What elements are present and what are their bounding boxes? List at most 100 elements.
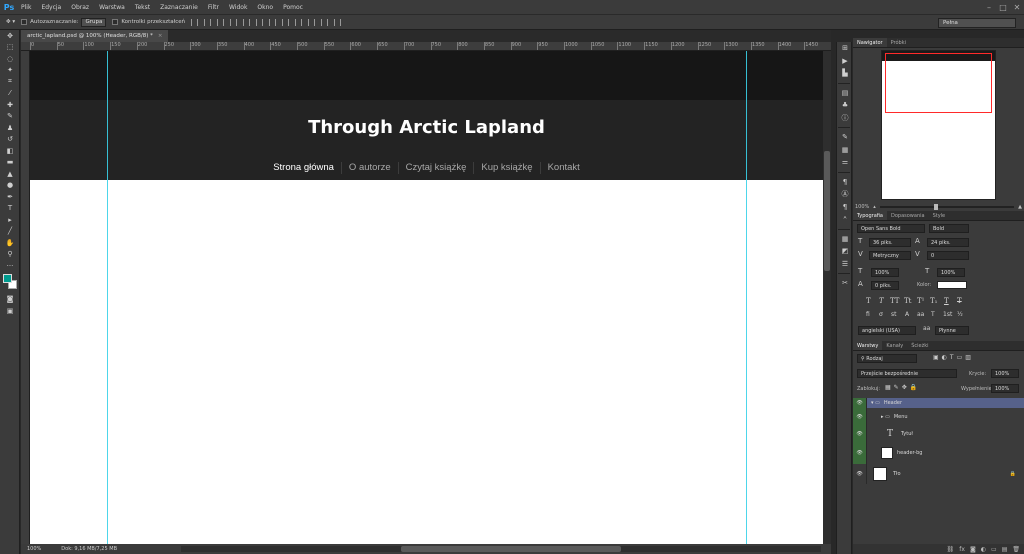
ligatures-button[interactable]: fi [866, 311, 870, 318]
actions-panel-icon[interactable]: ▶ [837, 55, 853, 68]
quick-mask-icon[interactable]: ◙ [0, 294, 20, 306]
hand-tool-icon[interactable]: ✋ [0, 237, 20, 249]
visibility-eye-icon[interactable]: 👁 [853, 464, 867, 484]
distribute-vcenter-icon[interactable] [282, 18, 290, 26]
styles-icon[interactable]: ◩ [837, 245, 853, 258]
link-layers-icon[interactable]: ⛓ [947, 546, 955, 553]
clone-stamp-icon[interactable]: ♟ [0, 122, 20, 134]
font-size-field[interactable]: 36 piks. [869, 238, 911, 247]
fill-field[interactable]: 100% [991, 384, 1019, 393]
small-caps-button[interactable]: Tt [904, 297, 911, 305]
faux-italic-button[interactable]: T [879, 297, 884, 305]
close-icon[interactable]: ✕ [1010, 0, 1024, 14]
menu-plik[interactable]: Plik [16, 4, 36, 11]
zoom-out-icon[interactable]: ▴ [873, 204, 876, 210]
delete-layer-icon[interactable]: 🗑 [1012, 546, 1020, 553]
blend-mode-select[interactable]: Przejście bezpośrednie [857, 369, 957, 378]
font-style-select[interactable]: Bold [929, 224, 969, 233]
foreground-color-swatch[interactable] [3, 273, 12, 283]
layer-row-background[interactable]: 👁 Tło 🔒 [853, 464, 1024, 484]
align-vcenter-icon[interactable] [204, 18, 212, 26]
layer-filter-icons[interactable]: ▣◐T▭▥ [933, 354, 974, 361]
lasso-tool-icon[interactable]: ◌ [0, 53, 20, 65]
histogram-icon[interactable]: ▙ [837, 67, 853, 80]
strikethrough-button[interactable]: T [957, 297, 962, 305]
tab-swatches[interactable]: Próbki [887, 38, 910, 47]
more-tools-icon[interactable]: ··· [0, 260, 20, 272]
history-brush-icon[interactable]: ↺ [0, 134, 20, 146]
vertical-ruler[interactable] [21, 51, 30, 544]
menu-tekst[interactable]: Tekst [130, 4, 155, 11]
font-family-select[interactable]: Open Sans Bold [857, 224, 925, 233]
layer-row-title[interactable]: 👁 T Tytuł [853, 425, 1024, 442]
horizontal-scroll-thumb[interactable] [401, 546, 621, 552]
guide-line-left[interactable] [107, 51, 108, 544]
vertical-scroll-thumb[interactable] [824, 151, 830, 271]
paragraph-styles-icon[interactable]: ¶ [837, 201, 853, 214]
distribute-left-icon[interactable] [308, 18, 316, 26]
navigator-zoom-slider[interactable] [879, 204, 1015, 210]
ordinals-button[interactable]: T [931, 311, 935, 318]
align-top-icon[interactable] [191, 18, 199, 26]
tab-typography[interactable]: Typografia [853, 211, 887, 220]
new-group-icon[interactable]: ▭ [991, 546, 997, 553]
screen-mode-icon[interactable]: ▣ [0, 305, 20, 317]
swatches-icon[interactable]: ▦ [837, 233, 853, 246]
brush-panel-icon[interactable]: ✎ [837, 131, 853, 144]
align-bottom-icon[interactable] [217, 18, 225, 26]
leading-field[interactable]: 24 piks. [927, 238, 969, 247]
tab-navigator[interactable]: Nawigator [853, 38, 887, 47]
folder-collapsed-icon[interactable]: ▸ ▭ [881, 414, 890, 420]
healing-brush-icon[interactable]: ✚ [0, 99, 20, 111]
character-styles-icon[interactable]: Ⓐ [837, 188, 853, 201]
horizontal-scale-field[interactable]: 100% [937, 268, 965, 277]
visibility-eye-icon[interactable]: 👁 [853, 398, 867, 408]
guide-line-right[interactable] [746, 51, 747, 544]
stylistic-alternates-button[interactable]: A [905, 311, 909, 318]
layer-row-menu[interactable]: 👁 ▸ ▭ Menu [853, 408, 1024, 425]
visibility-eye-icon[interactable]: 👁 [853, 442, 867, 464]
menu-zaznaczanie[interactable]: Zaznaczanie [155, 4, 203, 11]
layer-row-header-bg[interactable]: 👁 header-bg [853, 442, 1024, 464]
align-right-icon[interactable] [256, 18, 264, 26]
tab-styles[interactable]: Style [929, 211, 950, 220]
menu-okno[interactable]: Okno [252, 4, 278, 11]
vertical-scale-field[interactable]: 100% [871, 268, 899, 277]
type-tool-icon[interactable]: T [0, 203, 20, 215]
tab-adjustments[interactable]: Dopasowania [887, 211, 929, 220]
navigator-zoom-value[interactable]: 100% [855, 204, 869, 210]
navigator-view-box[interactable] [885, 53, 992, 113]
blur-tool-icon[interactable]: ▲ [0, 168, 20, 180]
auto-select-checkbox[interactable] [21, 19, 28, 25]
horizontal-ruler[interactable]: 0 50 100 150 200 250 300 350 400 450 500 550 600 650 7… [21, 42, 831, 51]
marquee-tool-icon[interactable]: ⬚ [0, 42, 20, 54]
language-select[interactable]: angielski (USA) [858, 326, 916, 335]
glyphs-icon[interactable]: ᴬ [837, 213, 853, 226]
tab-channels[interactable]: Kanały [882, 341, 907, 350]
eyedropper-icon[interactable]: ⁄ [0, 88, 20, 100]
menu-obraz[interactable]: Obraz [66, 4, 94, 11]
line-tool-icon[interactable]: ╱ [0, 226, 20, 238]
workspace-dropdown[interactable]: Pełna [938, 18, 1016, 28]
antialias-select[interactable]: Płynne [935, 326, 969, 335]
clone-source-icon[interactable]: ♣ [837, 99, 853, 112]
path-selection-icon[interactable]: ▸ [0, 214, 20, 226]
align-left-icon[interactable] [230, 18, 238, 26]
discretionary-ligatures-button[interactable]: ơ [879, 311, 883, 318]
paragraph-panel-icon[interactable]: ¶ [837, 176, 853, 189]
superscript-button[interactable]: T¹ [917, 297, 924, 305]
gradient-tool-icon[interactable]: ▬ [0, 157, 20, 169]
horizontal-scrollbar[interactable] [181, 546, 821, 552]
tab-paths[interactable]: Ścieżki [907, 341, 932, 350]
pen-tool-icon[interactable]: ✒ [0, 191, 20, 203]
dodge-tool-icon[interactable]: ● [0, 180, 20, 192]
kerning-field[interactable]: Metryczny [869, 251, 911, 260]
fractions-ordinal-button[interactable]: 1st [943, 311, 952, 318]
move-tool-icon[interactable]: ✥ [0, 30, 20, 42]
document-canvas[interactable]: Through Arctic Lapland Strona główna O a… [30, 51, 823, 544]
maximize-icon[interactable]: □ [996, 0, 1010, 14]
menu-widok[interactable]: Widok [224, 4, 252, 11]
zoom-tool-icon[interactable]: ⚲ [0, 249, 20, 261]
menu-warstwa[interactable]: Warstwa [94, 4, 130, 11]
distribute-hcenter-icon[interactable] [321, 18, 329, 26]
